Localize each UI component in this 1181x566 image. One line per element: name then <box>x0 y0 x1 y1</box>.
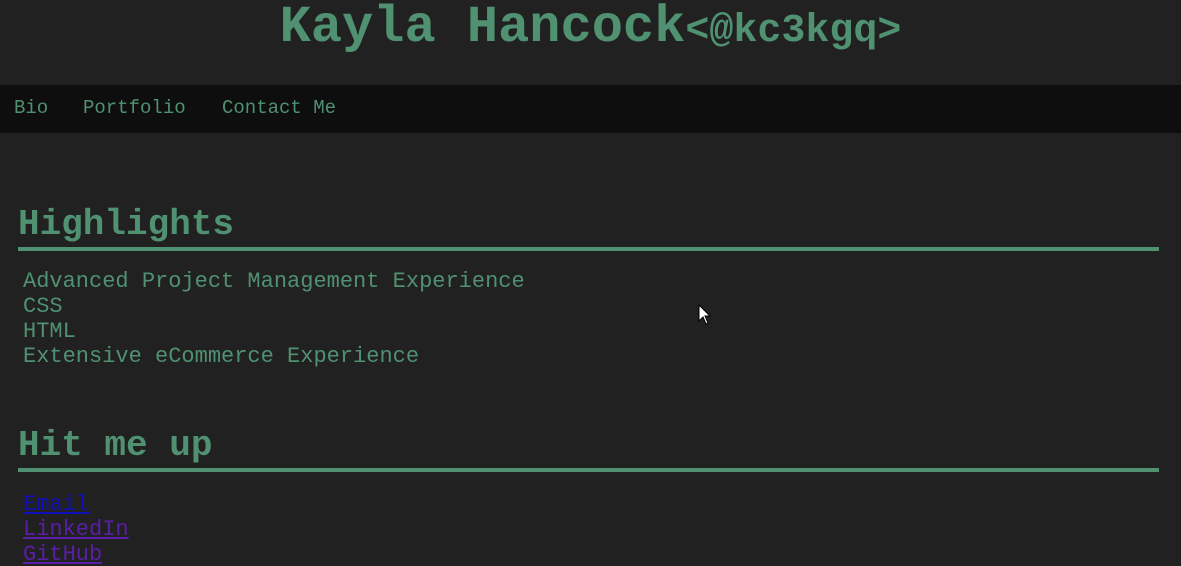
contact-section: Hit me up Email LinkedIn GitHub <box>18 426 1159 566</box>
github-link[interactable]: GitHub <box>23 542 1159 566</box>
linkedin-link[interactable]: LinkedIn <box>23 517 1159 542</box>
mouse-pointer-icon <box>698 304 712 325</box>
nav-item-contact-me[interactable]: Contact Me <box>222 97 336 119</box>
nav-bar: Bio Portfolio Contact Me <box>0 85 1181 133</box>
site-title-handle: <@kc3kgq> <box>685 9 902 54</box>
site-title: Kayla Hancock<@kc3kgq> <box>0 0 1181 60</box>
site-title-name: Kayla Hancock <box>279 0 686 57</box>
contact-heading: Hit me up <box>18 426 1159 472</box>
nav-item-bio[interactable]: Bio <box>14 97 48 119</box>
list-item: Extensive eCommerce Experience <box>23 344 420 369</box>
list-item: CSS <box>23 294 63 319</box>
nav-item-portfolio[interactable]: Portfolio <box>83 97 186 119</box>
contact-links: Email LinkedIn GitHub <box>18 492 1159 566</box>
list-item: Advanced Project Management Experience <box>23 269 525 294</box>
site-header: Kayla Hancock<@kc3kgq> <box>0 0 1181 85</box>
highlights-heading: Highlights <box>18 205 1159 251</box>
highlights-section: Highlights Advanced Project Management E… <box>18 205 1159 369</box>
highlights-list: Advanced Project Management Experience C… <box>18 269 1159 369</box>
list-item: HTML <box>23 319 76 344</box>
email-link[interactable]: Email <box>23 492 1159 517</box>
